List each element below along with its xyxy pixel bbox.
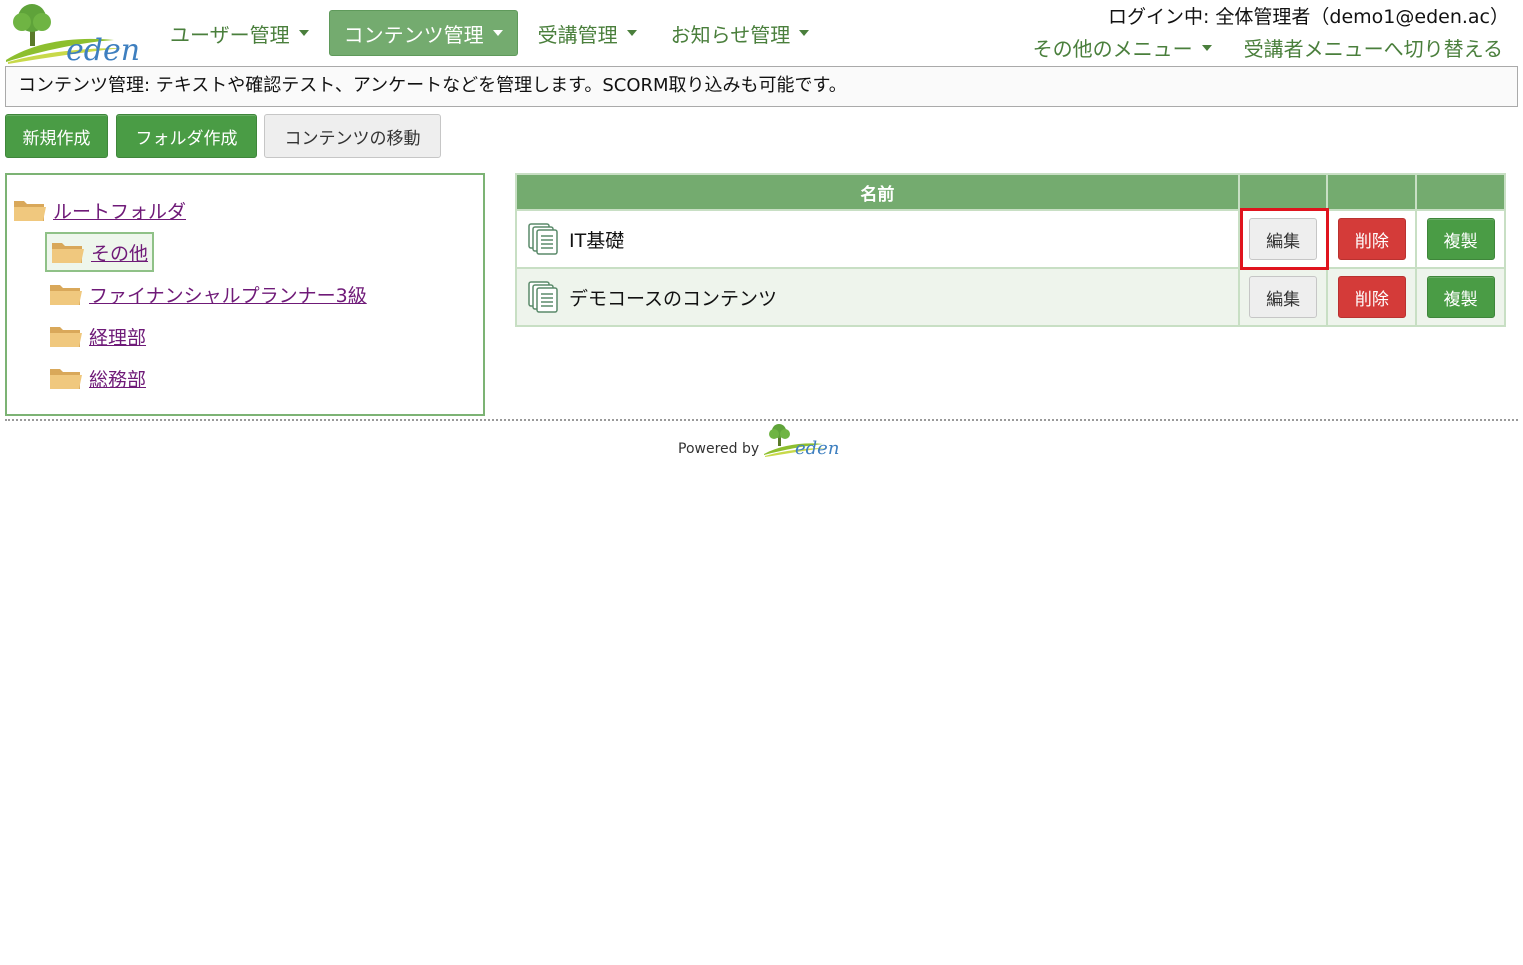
- tree-item-fp3[interactable]: ファイナンシャルプランナー3級: [49, 276, 367, 312]
- caret-down-icon: [626, 30, 637, 36]
- content-table: 名前 IT基礎 編集 削除 複製 デモコースのコンテンツ 編集 削除 複製: [515, 173, 1506, 327]
- nav-label: 受講管理: [537, 22, 618, 47]
- login-info: ログイン中: 全体管理者（demo1@eden.ac）: [1107, 6, 1509, 28]
- table-row: デモコースのコンテンツ 編集 削除 複製: [515, 267, 1506, 327]
- delete-cell: 削除: [1326, 267, 1418, 327]
- nav-user-management[interactable]: ユーザー管理: [156, 10, 323, 56]
- column-header-name: 名前: [515, 173, 1240, 211]
- powered-by-text: Powered by: [678, 441, 760, 457]
- caret-down-icon: [799, 30, 810, 36]
- copy-cell: 複製: [1415, 209, 1506, 269]
- delete-cell: 削除: [1326, 209, 1418, 269]
- column-header-edit: [1237, 173, 1329, 211]
- nav-content-management[interactable]: コンテンツ管理: [328, 10, 518, 56]
- nav-label: ユーザー管理: [170, 22, 290, 47]
- copy-cell: 複製: [1415, 267, 1506, 327]
- table-row: IT基礎 編集 削除 複製: [515, 209, 1506, 269]
- folder-icon: [14, 201, 46, 221]
- svg-text:eden: eden: [795, 438, 839, 458]
- move-content-button[interactable]: コンテンツの移動: [264, 114, 441, 158]
- copy-button[interactable]: 複製: [1426, 276, 1495, 318]
- document-stack-icon: [528, 223, 558, 255]
- tree-link-accounting[interactable]: 経理部: [89, 323, 146, 350]
- name-cell: デモコースのコンテンツ: [515, 267, 1240, 327]
- folder-icon: [50, 369, 82, 389]
- nav-course-management[interactable]: 受講管理: [524, 10, 651, 56]
- folder-icon: [50, 285, 82, 305]
- footer-divider: [5, 419, 1518, 421]
- new-content-button[interactable]: 新規作成: [5, 114, 108, 158]
- folder-icon: [52, 243, 84, 263]
- copy-button[interactable]: 複製: [1426, 218, 1495, 260]
- folder-tree: ルートフォルダ その他 ファイナンシャルプランナー3級 経理部 総務部: [5, 173, 485, 416]
- tree-link-fp3[interactable]: ファイナンシャルプランナー3級: [89, 281, 367, 308]
- document-stack-icon: [528, 281, 558, 313]
- nav-label: コンテンツ管理: [343, 22, 484, 47]
- other-menu-dropdown[interactable]: その他のメニュー: [1033, 33, 1212, 62]
- tree-item-other[interactable]: その他: [45, 232, 155, 272]
- eden-logo[interactable]: eden: [4, 2, 142, 68]
- right-menu: その他のメニュー 受講者メニューへ切り替える: [1033, 33, 1503, 62]
- caret-down-icon: [492, 30, 503, 36]
- tree-link-root[interactable]: ルートフォルダ: [53, 197, 186, 224]
- tree-item-root[interactable]: ルートフォルダ: [13, 192, 186, 228]
- caret-down-icon: [1201, 44, 1212, 51]
- column-header-copy: [1415, 173, 1506, 211]
- nav-label: お知らせ管理: [670, 22, 791, 47]
- edit-cell: 編集: [1237, 209, 1329, 269]
- edit-cell: 編集: [1237, 267, 1329, 327]
- page-description: コンテンツ管理: テキストや確認テスト、アンケートなどを管理します。SCORM取…: [5, 66, 1518, 107]
- table-header-row: 名前: [515, 173, 1506, 211]
- powered-by: Powered by eden: [678, 422, 839, 458]
- switch-to-learner-link[interactable]: 受講者メニューへ切り替える: [1244, 33, 1503, 62]
- folder-icon: [50, 327, 82, 347]
- svg-text:eden: eden: [66, 33, 140, 64]
- column-header-delete: [1326, 173, 1418, 211]
- tree-logo-icon: eden: [6, 4, 140, 68]
- content-name: IT基礎: [569, 229, 625, 252]
- create-folder-button[interactable]: フォルダ作成: [116, 114, 257, 158]
- name-cell: IT基礎: [515, 209, 1240, 269]
- nav-notice-management[interactable]: お知らせ管理: [657, 10, 824, 56]
- tree-item-general-affairs[interactable]: 総務部: [49, 360, 146, 396]
- delete-button[interactable]: 削除: [1337, 276, 1406, 318]
- main-nav: ユーザー管理 コンテンツ管理 受講管理 お知らせ管理: [156, 10, 829, 56]
- delete-button[interactable]: 削除: [1337, 218, 1406, 260]
- edit-button[interactable]: 編集: [1249, 218, 1318, 260]
- edit-button[interactable]: 編集: [1249, 276, 1318, 318]
- caret-down-icon: [298, 30, 309, 36]
- tree-item-accounting[interactable]: 経理部: [49, 318, 146, 354]
- content-name: デモコースのコンテンツ: [569, 287, 778, 310]
- other-menu-label: その他のメニュー: [1032, 37, 1193, 61]
- tree-link-general-affairs[interactable]: 総務部: [89, 365, 146, 392]
- tree-link-other[interactable]: その他: [91, 239, 148, 266]
- eden-footer-logo-icon: eden: [764, 424, 839, 458]
